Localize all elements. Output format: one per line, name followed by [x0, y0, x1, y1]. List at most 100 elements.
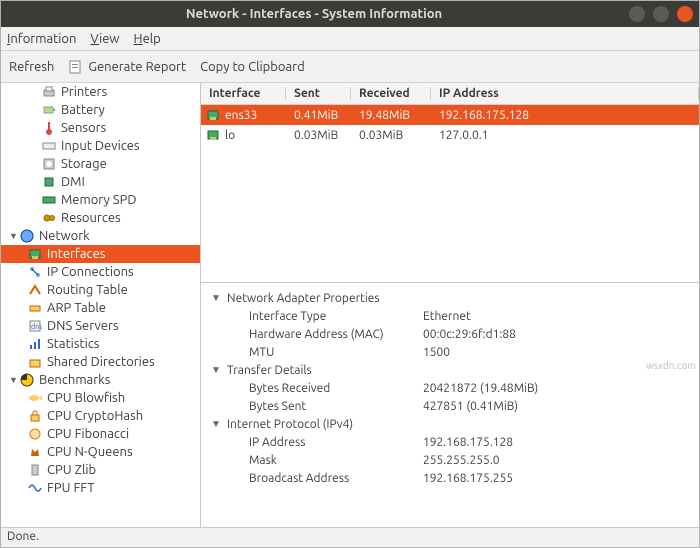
printer-icon	[41, 84, 57, 100]
menubar: Information View Help	[1, 27, 699, 51]
arp-icon	[27, 300, 43, 316]
detail-row: Interface TypeEthernet	[209, 307, 691, 325]
sidebar-item-memory-spd[interactable]: Memory SPD	[1, 191, 200, 209]
main-panel: Interface Sent Received IP Address ens33…	[201, 83, 699, 527]
chevron-down-icon: ▼	[209, 292, 223, 304]
sidebar-item-label: CPU CryptoHash	[47, 409, 143, 423]
sidebar-item-network[interactable]: ▼Network	[1, 227, 200, 245]
detail-value: 1500	[423, 346, 691, 359]
sidebar-item-cpu-blowfish[interactable]: CPU Blowfish	[1, 389, 200, 407]
detail-key: Hardware Address (MAC)	[223, 328, 423, 341]
network-icon	[19, 228, 35, 244]
sidebar-item-input-devices[interactable]: Input Devices	[1, 137, 200, 155]
detail-row: Bytes Sent427851 (0.41MiB)	[209, 397, 691, 415]
sidebar-item-interfaces[interactable]: Interfaces	[1, 245, 200, 263]
col-ip-address[interactable]: IP Address	[431, 87, 699, 100]
interface-row[interactable]: ens330.41MiB19.48MiB192.168.175.128	[201, 105, 699, 125]
sidebar-item-label: FPU FFT	[47, 481, 95, 495]
detail-value: Ethernet	[423, 310, 691, 323]
close-button[interactable]	[677, 6, 693, 22]
minimize-button[interactable]	[629, 6, 645, 22]
sidebar-item-label: ARP Table	[47, 301, 106, 315]
nic-icon	[205, 107, 221, 123]
section-title: Network Adapter Properties	[223, 292, 423, 305]
lock-icon	[27, 408, 43, 424]
detail-section-header[interactable]: ▼Internet Protocol (IPv4)	[209, 415, 691, 433]
col-received[interactable]: Received	[351, 87, 431, 100]
interface-table: Interface Sent Received IP Address ens33…	[201, 83, 699, 283]
sidebar-item-label: CPU Fibonacci	[47, 427, 129, 441]
detail-value: 192.168.175.128	[423, 436, 691, 449]
iface-sent: 0.03MiB	[286, 129, 351, 142]
sidebar-item-battery[interactable]: Battery	[1, 101, 200, 119]
nic-icon	[205, 127, 221, 143]
maximize-button[interactable]	[653, 6, 669, 22]
sidebar-item-dns-servers[interactable]: dns DNS Servers	[1, 317, 200, 335]
menu-help[interactable]: Help	[134, 32, 161, 46]
copy-clipboard-button[interactable]: Copy to Clipboard	[200, 60, 305, 74]
sidebar-item-ip-connections[interactable]: IP Connections	[1, 263, 200, 281]
sidebar-item-shared-directories[interactable]: Shared Directories	[1, 353, 200, 371]
detail-row: Broadcast Address192.168.175.255	[209, 469, 691, 487]
iface-received: 19.48MiB	[351, 109, 431, 122]
fish-icon	[27, 390, 43, 406]
sidebar-item-resources[interactable]: Resources	[1, 209, 200, 227]
stats-icon	[27, 336, 43, 352]
sidebar-item-cpu-fibonacci[interactable]: CPU Fibonacci	[1, 425, 200, 443]
share-icon	[27, 354, 43, 370]
interface-table-header: Interface Sent Received IP Address	[201, 83, 699, 105]
chip-icon	[41, 174, 57, 190]
section-title: Internet Protocol (IPv4)	[223, 418, 423, 431]
sidebar-item-cpu-zlib[interactable]: CPU Zlib	[1, 461, 200, 479]
generate-report-button[interactable]: Generate Report	[68, 59, 186, 75]
sidebar-item-cpu-n-queens[interactable]: CPU N-Queens	[1, 443, 200, 461]
sidebar-item-routing-table[interactable]: Routing Table	[1, 281, 200, 299]
app-window: Network - Interfaces - System Informatio…	[0, 0, 700, 548]
sidebar-item-label: Routing Table	[47, 283, 128, 297]
sidebar-item-label: Interfaces	[47, 247, 105, 261]
window-title: Network - Interfaces - System Informatio…	[7, 7, 621, 21]
detail-key: Broadcast Address	[223, 472, 423, 485]
sidebar-item-storage[interactable]: Storage	[1, 155, 200, 173]
gears-icon	[41, 210, 57, 226]
menu-information[interactable]: Information	[7, 32, 76, 46]
interface-row[interactable]: lo0.03MiB0.03MiB127.0.0.1	[201, 125, 699, 145]
sidebar[interactable]: PrintersBattery Sensors Input DevicesStora…	[1, 83, 201, 527]
detail-section-header[interactable]: ▼Transfer Details	[209, 361, 691, 379]
iface-received: 0.03MiB	[351, 129, 431, 142]
sidebar-item-printers[interactable]: Printers	[1, 83, 200, 101]
col-sent[interactable]: Sent	[286, 87, 351, 100]
col-interface[interactable]: Interface	[201, 87, 286, 100]
detail-key: MTU	[223, 346, 423, 359]
detail-value: 20421872 (19.48MiB)	[423, 382, 691, 395]
sidebar-item-sensors[interactable]: Sensors	[1, 119, 200, 137]
iface-ip: 192.168.175.128	[431, 109, 699, 122]
detail-row: Bytes Received20421872 (19.48MiB)	[209, 379, 691, 397]
sidebar-item-statistics[interactable]: Statistics	[1, 335, 200, 353]
sidebar-item-label: Sensors	[61, 121, 106, 135]
nic-icon	[27, 246, 43, 262]
details-panel: ▼Network Adapter PropertiesInterface Typ…	[201, 283, 699, 527]
sidebar-item-cpu-cryptohash[interactable]: CPU CryptoHash	[1, 407, 200, 425]
detail-value: 00:0c:29:6f:d1:88	[423, 328, 691, 341]
sidebar-item-label: DNS Servers	[47, 319, 119, 333]
benchmark-icon	[19, 372, 35, 388]
sidebar-item-label: DMI	[61, 175, 85, 189]
sidebar-item-dmi[interactable]: DMI	[1, 173, 200, 191]
keyboard-icon	[41, 138, 57, 154]
detail-section-header[interactable]: ▼Network Adapter Properties	[209, 289, 691, 307]
iface-ip: 127.0.0.1	[431, 129, 699, 142]
detail-value: 192.168.175.255	[423, 472, 691, 485]
sidebar-item-arp-table[interactable]: ARP Table	[1, 299, 200, 317]
routing-icon	[27, 282, 43, 298]
sidebar-item-label: CPU Zlib	[47, 463, 96, 477]
chevron-down-icon: ▼	[209, 418, 223, 430]
dns-icon: dns	[27, 318, 43, 334]
sidebar-item-label: Memory SPD	[61, 193, 137, 207]
sidebar-item-fpu-fft[interactable]: FPU FFT	[1, 479, 200, 497]
detail-row: MTU1500	[209, 343, 691, 361]
refresh-button[interactable]: Refresh	[9, 60, 54, 74]
sidebar-item-benchmarks[interactable]: ▼Benchmarks	[1, 371, 200, 389]
menu-view[interactable]: View	[90, 32, 119, 46]
queen-icon	[27, 444, 43, 460]
